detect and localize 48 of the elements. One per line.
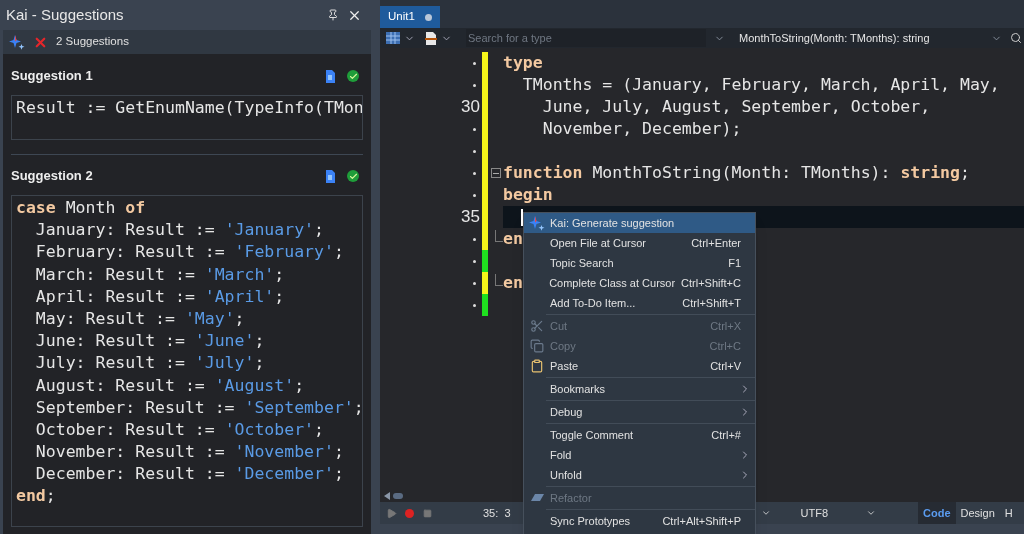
search-input[interactable]: Search for a type — [468, 29, 704, 47]
code-line: en — [503, 227, 523, 250]
menu-item[interactable]: Unfold — [524, 465, 755, 485]
encoding-label: UTF8 — [800, 505, 829, 521]
line-number: 35 — [461, 206, 480, 229]
code-line: July: Result := 'July'; — [34, 352, 266, 375]
code-line: September: Result := 'September'; — [34, 396, 358, 419]
code-line: end; — [16, 485, 57, 508]
menu-item[interactable]: Fold — [524, 445, 755, 465]
cursor-position: 35: 3 — [483, 505, 511, 521]
menu-item[interactable]: Debug — [524, 402, 755, 422]
menu-item[interactable]: Toggle Comment Ctrl+# — [524, 425, 755, 445]
view-tab[interactable]: H — [999, 502, 1018, 524]
menu-item[interactable]: Add To-Do Item... Ctrl+Shift+T — [524, 293, 755, 313]
menu-item[interactable]: Kai: Generate suggestion — [524, 213, 755, 233]
code-line: April: Result := 'April'; — [34, 285, 286, 308]
menu-item[interactable]: Open File at Cursor Ctrl+Enter — [524, 233, 755, 253]
view-tab[interactable]: Code — [918, 502, 956, 524]
code-line: February: Result := 'February'; — [34, 241, 345, 264]
line-number: 30 — [461, 96, 480, 119]
code-line: June: Result := 'June'; — [34, 330, 266, 353]
code-line: begin — [503, 183, 553, 206]
code-line: October: Result := 'October'; — [34, 418, 325, 441]
code-line: TMonths = (January, February, March, April, May, — [521, 73, 1000, 96]
code-line: January: Result := 'January'; — [34, 219, 325, 242]
code-line: May: Result := 'May'; — [34, 307, 246, 330]
menu-item[interactable]: Paste Ctrl+V — [524, 356, 755, 376]
code-line: August: Result := 'August'; — [34, 374, 306, 397]
view-tab[interactable]: Design — [955, 502, 1000, 524]
code-line: June, July, August, September, October, — [541, 95, 931, 118]
menu-item[interactable]: Sync Prototypes Ctrl+Alt+Shift+P — [524, 511, 755, 531]
code-line: type — [503, 51, 543, 74]
menu-item[interactable]: Complete Class at Cursor Ctrl+Shift+C — [524, 273, 755, 293]
menu-item[interactable]: Topic Search F1 — [524, 253, 755, 273]
code-line: case Month of — [16, 197, 147, 219]
method-selector[interactable]: MonthToString(Month: TMonths): string — [739, 29, 987, 47]
code-line: November, December); — [541, 117, 742, 140]
panel-title: Kai - Suggestions — [6, 4, 124, 25]
editor-tab[interactable]: Unit1 — [380, 6, 440, 28]
code-line: November: Result := 'November'; — [34, 441, 345, 464]
suggestion-count: 2 Suggestions — [56, 34, 129, 50]
suggestion-title: Suggestion 2 — [11, 167, 93, 186]
code-line: function MonthToString(Month: TMonths): string; — [503, 161, 970, 184]
menu-item[interactable]: Bookmarks — [524, 379, 755, 399]
code-line: en — [503, 271, 523, 294]
code-line: March: Result := 'March'; — [34, 263, 286, 286]
suggestion-title: Suggestion 1 — [11, 67, 93, 86]
code-line: December: Result := 'December'; — [34, 463, 345, 486]
